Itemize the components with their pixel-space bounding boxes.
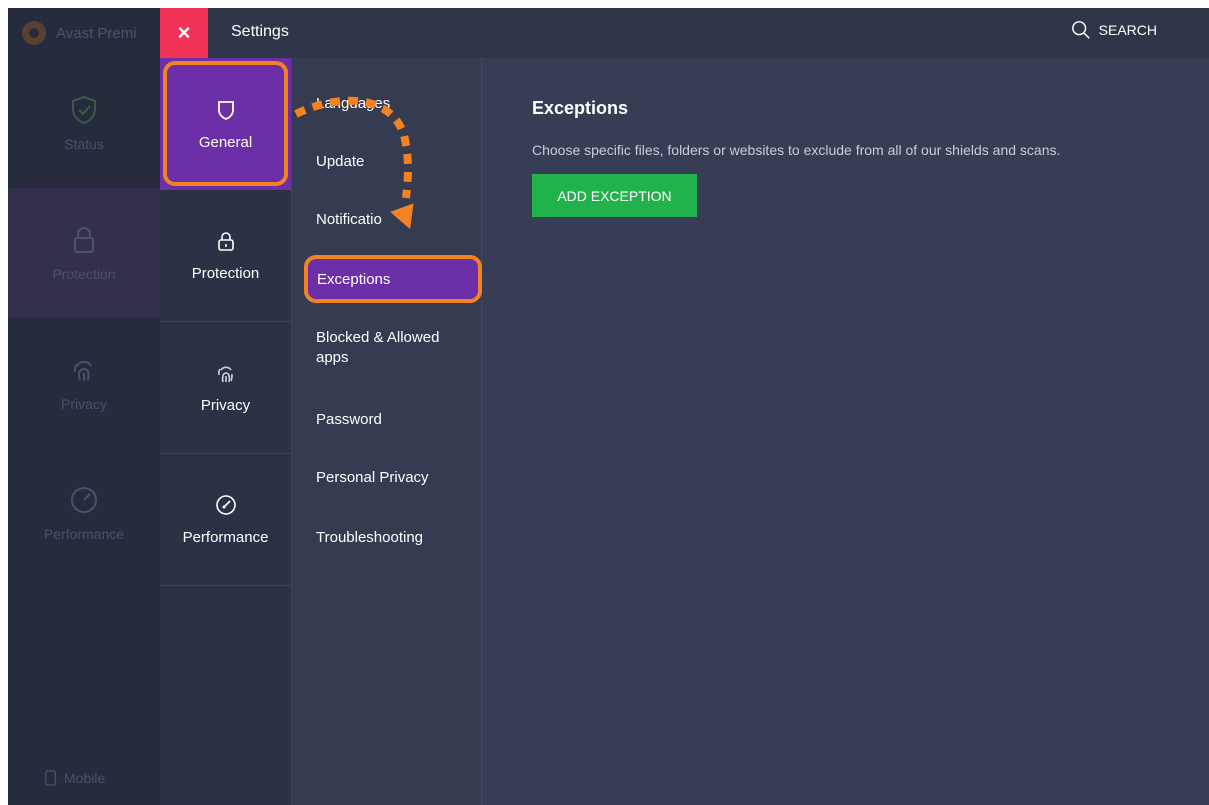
mobile-icon	[45, 770, 57, 786]
submenu-item-blocked-allowed-apps[interactable]: Blocked & Allowed apps	[316, 328, 476, 368]
settings-title-bar: × Settings SEARCH	[160, 8, 1209, 58]
background-mobile: Mobile	[44, 770, 105, 786]
page-description: Choose specific files, folders or websit…	[532, 142, 1061, 158]
category-general[interactable]: General	[160, 58, 291, 190]
lock-icon	[217, 232, 234, 251]
background-title-bar: Avast Premi	[8, 8, 160, 58]
background-nav-label: Status	[64, 136, 104, 152]
settings-title: Settings	[231, 23, 289, 40]
category-label: Privacy	[200, 397, 251, 414]
submenu-item-notifications[interactable]: Notificatio	[316, 210, 476, 230]
close-settings-button[interactable]: ×	[160, 8, 208, 58]
submenu-item-label: Exceptions	[317, 270, 391, 288]
avast-logo-icon	[22, 21, 46, 45]
category-performance[interactable]: Performance	[160, 454, 291, 586]
add-exception-button[interactable]: ADD EXCEPTION	[532, 174, 697, 217]
background-nav-status: Status	[8, 58, 160, 188]
category-protection[interactable]: Protection	[160, 190, 291, 322]
background-nav-protection: Protection	[8, 188, 160, 318]
exceptions-content-panel: Exceptions Choose specific files, folder…	[482, 58, 1209, 805]
submenu-item-troubleshooting[interactable]: Troubleshooting	[316, 528, 476, 548]
status-shield-icon	[72, 95, 96, 125]
submenu-item-languages[interactable]: Languages	[316, 94, 476, 114]
background-nav-label: Performance	[43, 526, 125, 542]
page-title: Exceptions	[532, 98, 629, 118]
settings-submenu-column: Languages Update Notificatio Exceptions …	[292, 58, 482, 805]
search-label: SEARCH	[1098, 22, 1157, 38]
lock-icon	[74, 227, 94, 253]
category-privacy[interactable]: Privacy	[160, 322, 291, 454]
app-window: Avast Premi Status Protection Privacy Pe…	[8, 8, 1209, 805]
background-nav-label: Privacy	[61, 396, 107, 412]
fingerprint-icon	[217, 366, 233, 383]
fingerprint-icon	[73, 360, 92, 381]
close-icon: ×	[177, 20, 191, 45]
background-nav-label: Protection	[52, 266, 116, 282]
background-app-title: Avast Premi	[56, 24, 137, 42]
background-nav-performance: Performance	[8, 448, 160, 578]
submenu-item-password[interactable]: Password	[316, 410, 476, 430]
highlight-ring	[163, 61, 288, 186]
settings-category-column: General Protection Privacy Performance	[160, 58, 292, 805]
search-icon	[1071, 21, 1090, 39]
submenu-item-update[interactable]: Update	[316, 152, 476, 172]
background-nav-privacy: Privacy	[8, 318, 160, 448]
submenu-item-exceptions[interactable]: Exceptions	[304, 255, 482, 303]
submenu-item-personal-privacy[interactable]: Personal Privacy	[316, 468, 476, 488]
search-button[interactable]: SEARCH	[1071, 20, 1157, 40]
gauge-icon	[215, 495, 236, 515]
background-sidebar: Avast Premi Status Protection Privacy Pe…	[8, 8, 160, 805]
background-mobile-label: Mobile	[64, 770, 106, 786]
category-label: Protection	[191, 265, 260, 282]
category-label: Performance	[182, 529, 269, 546]
gauge-icon	[71, 487, 97, 513]
